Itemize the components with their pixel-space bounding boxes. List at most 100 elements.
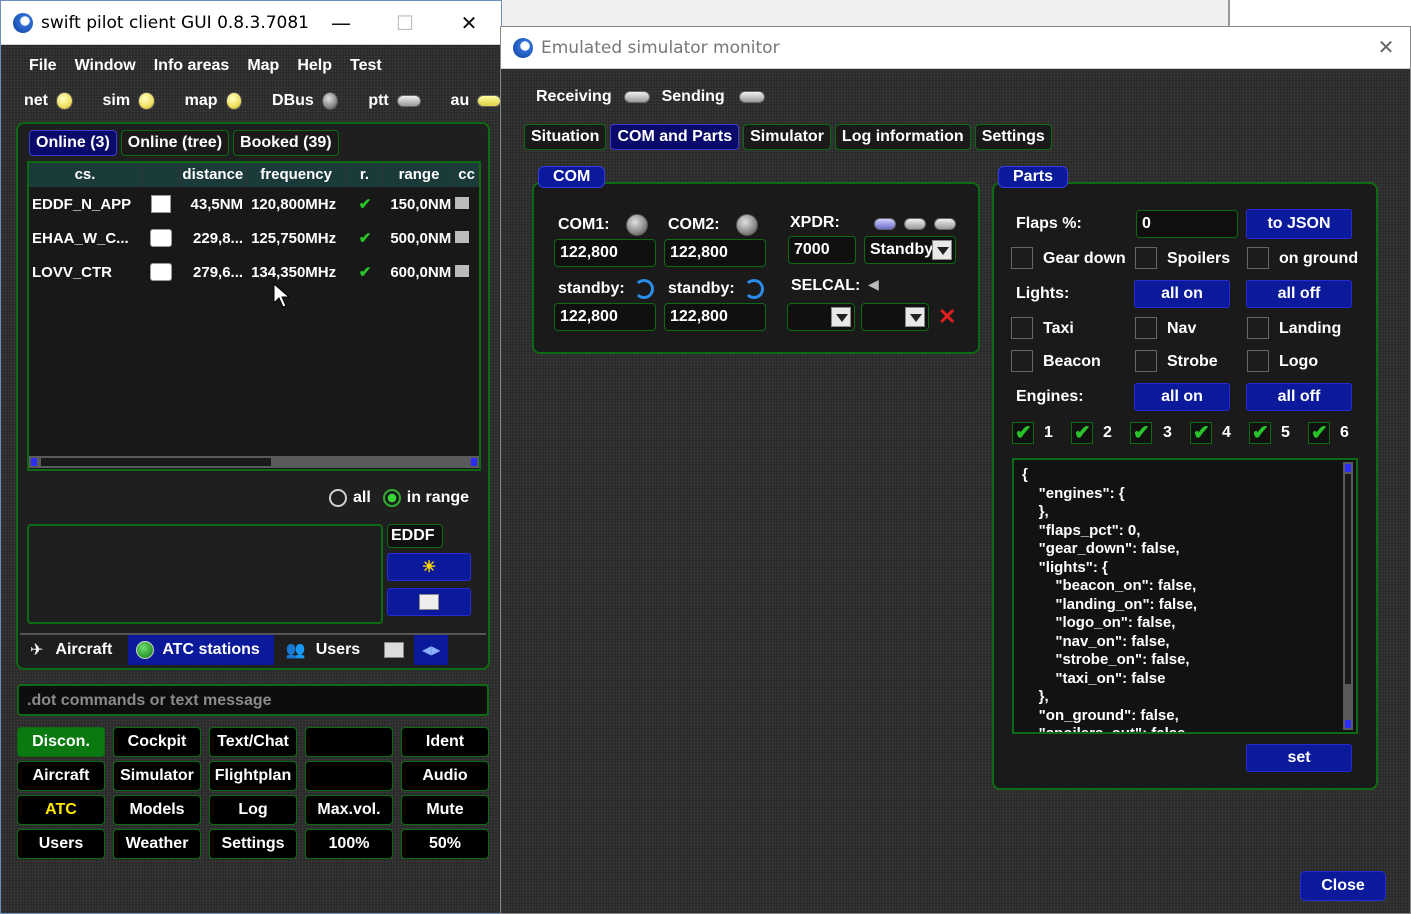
selcal-code2-select[interactable]: [861, 303, 929, 331]
menu-map[interactable]: Map: [247, 57, 279, 75]
engine-2-checkbox[interactable]: [1071, 420, 1093, 445]
cockpit-button[interactable]: Cockpit: [113, 727, 201, 757]
flightplan-button[interactable]: Flightplan: [209, 761, 297, 791]
tab-booked[interactable]: Booked (39): [233, 130, 339, 156]
table-row[interactable]: LOVV_CTR 279,6... 134,350MHz ✔ 600,0NM: [29, 255, 479, 289]
nav-light-checkbox[interactable]: [1135, 317, 1157, 339]
col-cs[interactable]: cs.: [29, 163, 142, 187]
com1-standby-input[interactable]: 122,800: [554, 303, 656, 331]
menu-window[interactable]: Window: [75, 57, 136, 75]
tab-log-information[interactable]: Log information: [834, 124, 971, 150]
command-input[interactable]: .dot commands or text message: [17, 684, 489, 716]
logo-light-checkbox[interactable]: [1247, 350, 1269, 372]
tab-users[interactable]: Users: [316, 641, 360, 659]
engine-3-checkbox[interactable]: [1130, 420, 1152, 445]
volume-50-button[interactable]: 50%: [401, 829, 489, 859]
scroll-left-icon[interactable]: [31, 458, 37, 466]
mute-button[interactable]: Mute: [401, 795, 489, 825]
tab-scroll-arrows[interactable]: ◀▶: [414, 635, 449, 665]
strobe-light-checkbox[interactable]: [1135, 350, 1157, 372]
engines-all-off-button[interactable]: all off: [1246, 383, 1352, 411]
swap-com1-icon[interactable]: [634, 279, 654, 299]
engine-4-checkbox[interactable]: [1190, 420, 1212, 445]
users-button[interactable]: Users: [17, 829, 105, 859]
ident-button[interactable]: Ident: [401, 727, 489, 757]
metar-button[interactable]: [387, 588, 471, 616]
max-volume-button[interactable]: Max.vol.: [305, 795, 393, 825]
close-dialog-button[interactable]: Close: [1300, 871, 1386, 901]
simulator-button[interactable]: Simulator: [113, 761, 201, 791]
gear-down-checkbox[interactable]: [1011, 247, 1033, 269]
lights-all-on-button[interactable]: all on: [1134, 280, 1230, 308]
maximize-button[interactable]: ☐: [373, 1, 437, 45]
on-ground-checkbox[interactable]: [1247, 247, 1269, 269]
menu-file[interactable]: File: [29, 57, 57, 75]
col-frequency[interactable]: frequency: [247, 163, 347, 187]
tab-com-and-parts[interactable]: COM and Parts: [610, 124, 740, 150]
com2-active-input[interactable]: 122,800: [664, 239, 766, 267]
menu-test[interactable]: Test: [350, 57, 382, 75]
table-row[interactable]: EHAA_W_C... 229,8... 125,750MHz ✔ 500,0N…: [29, 221, 479, 255]
col-icon[interactable]: [142, 163, 180, 187]
radio-in-range[interactable]: [382, 489, 401, 507]
selcal-code1-select[interactable]: [787, 303, 855, 331]
weather-nav-button[interactable]: Weather: [113, 829, 201, 859]
json-vscrollbar[interactable]: [1343, 462, 1353, 730]
text-messages-icon[interactable]: [384, 642, 405, 658]
speaker-icon[interactable]: ◀: [868, 276, 879, 293]
json-scroll-thumb[interactable]: [1345, 474, 1351, 684]
taxi-light-checkbox[interactable]: [1011, 317, 1033, 339]
engines-all-on-button[interactable]: all on: [1134, 383, 1230, 411]
spoilers-checkbox[interactable]: [1135, 247, 1157, 269]
menu-help[interactable]: Help: [297, 57, 332, 75]
minimize-button[interactable]: —: [309, 1, 373, 45]
beacon-light-checkbox[interactable]: [1011, 350, 1033, 372]
flaps-input[interactable]: 0: [1136, 210, 1238, 238]
col-cc[interactable]: cc: [455, 163, 479, 187]
weather-button[interactable]: ☀: [387, 553, 471, 581]
empty-button-1[interactable]: [305, 727, 393, 757]
com1-active-input[interactable]: 122,800: [554, 239, 656, 267]
table-hscrollbar[interactable]: [29, 456, 479, 468]
settings-button[interactable]: Settings: [209, 829, 297, 859]
set-parts-button[interactable]: set: [1246, 744, 1352, 772]
menu-info-areas[interactable]: Info areas: [154, 57, 230, 75]
col-range[interactable]: range: [384, 163, 456, 187]
tab-aircraft[interactable]: Aircraft: [55, 641, 112, 659]
tab-online[interactable]: Online (3): [29, 130, 117, 156]
clear-selcal-icon[interactable]: ✕: [938, 304, 956, 330]
to-json-button[interactable]: to JSON: [1246, 209, 1352, 239]
landing-light-checkbox[interactable]: [1247, 317, 1269, 339]
scroll-right-icon[interactable]: [471, 458, 477, 466]
volume-100-button[interactable]: 100%: [305, 829, 393, 859]
parts-json-editor[interactable]: { "engines": { }, "flaps_pct": 0, "gear_…: [1012, 458, 1358, 734]
com2-standby-input[interactable]: 122,800: [664, 303, 766, 331]
tab-situation[interactable]: Situation: [524, 124, 607, 150]
col-r[interactable]: r.: [346, 163, 384, 187]
xpdr-code-input[interactable]: 7000: [788, 236, 856, 264]
radio-all[interactable]: [329, 489, 347, 507]
tab-simulator[interactable]: Simulator: [743, 124, 831, 150]
aircraft-button[interactable]: Aircraft: [17, 761, 105, 791]
col-distance[interactable]: distance: [180, 163, 248, 187]
engine-1-checkbox[interactable]: [1012, 420, 1034, 445]
swap-com2-icon[interactable]: [744, 279, 764, 299]
tab-atc-stations[interactable]: ATC stations: [128, 635, 274, 665]
tab-settings[interactable]: Settings: [974, 124, 1052, 150]
log-button[interactable]: Log: [209, 795, 297, 825]
scroll-down-icon[interactable]: [1345, 720, 1351, 728]
text-chat-button[interactable]: Text/Chat: [209, 727, 297, 757]
disconnect-button[interactable]: Discon.: [17, 727, 105, 757]
close-button[interactable]: ✕: [437, 1, 501, 45]
xpdr-mode-select[interactable]: Standby: [864, 236, 956, 264]
models-button[interactable]: Models: [113, 795, 201, 825]
scroll-thumb[interactable]: [41, 458, 271, 466]
atc-button[interactable]: ATC: [17, 795, 105, 825]
table-row[interactable]: EDDF_N_APP 43,5NM 120,800MHz ✔ 150,0NM: [29, 187, 479, 221]
close-icon[interactable]: ✕: [1362, 35, 1410, 60]
atis-text-area[interactable]: [27, 524, 383, 624]
audio-button[interactable]: Audio: [401, 761, 489, 791]
lights-all-off-button[interactable]: all off: [1246, 280, 1352, 308]
empty-button-2[interactable]: [305, 761, 393, 791]
engine-6-checkbox[interactable]: [1308, 420, 1330, 445]
